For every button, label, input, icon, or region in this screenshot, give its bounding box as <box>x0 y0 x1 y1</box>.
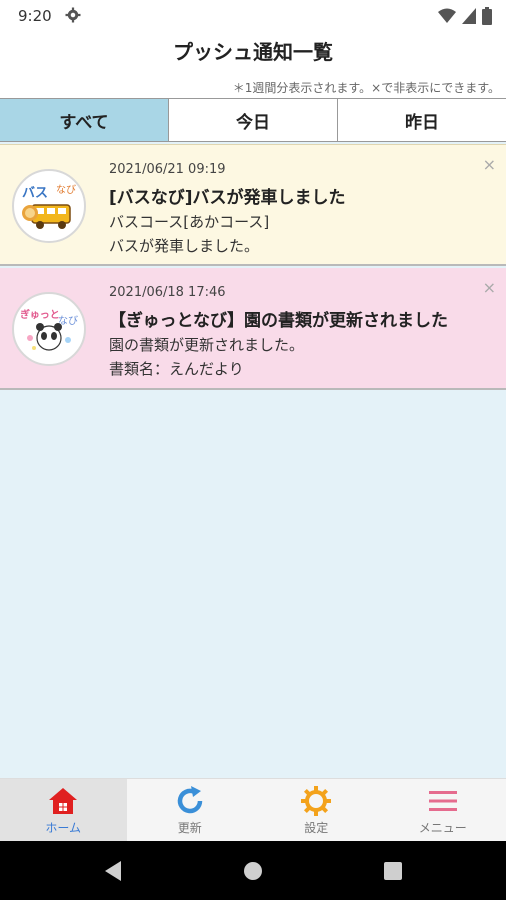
status-icons <box>438 7 492 25</box>
bus-navi-logo-icon: バス なび <box>12 169 86 243</box>
status-time: 9:20 <box>18 7 52 25</box>
nav-home-label: ホーム <box>45 820 82 835</box>
svg-text:なび: なび <box>56 184 76 196</box>
tab-all[interactable]: すべて <box>0 99 169 141</box>
wifi-icon <box>438 8 456 23</box>
notification-card[interactable]: バス なび 2021/06/21 09:19 [バスなび]バスが発車しました バ… <box>0 144 506 266</box>
notification-title: [バスなび]バスが発車しました <box>109 188 346 208</box>
tab-yesterday[interactable]: 昨日 <box>338 99 506 141</box>
hint-text: ＊1週間分表示されます。×で非表示にできます。 <box>232 81 500 95</box>
notification-list: バス なび 2021/06/21 09:19 [バスなび]バスが発車しました バ… <box>0 142 506 778</box>
nav-settings-label: 設定 <box>304 820 329 835</box>
gyutto-navi-logo-icon: ぎゅっと なび <box>12 292 86 366</box>
recents-icon[interactable] <box>384 862 402 880</box>
notification-card[interactable]: ぎゅっと なび 2021/06/18 17:46 【ぎゅっとなび】園の書類が更新… <box>0 268 506 390</box>
svg-text:バス: バス <box>22 186 48 201</box>
nav-home[interactable]: ホーム <box>0 779 127 841</box>
notification-date: 2021/06/18 17:46 <box>109 285 226 300</box>
svg-text:ぎゅっと: ぎゅっと <box>20 308 60 321</box>
refresh-icon <box>177 785 202 813</box>
notification-body-line2: 書類名：えんだより <box>109 360 244 378</box>
page-title: プッシュ通知一覧 <box>173 40 333 64</box>
nav-refresh-label: 更新 <box>177 820 202 835</box>
nav-refresh[interactable]: 更新 <box>127 779 254 841</box>
settings-status-icon <box>65 7 81 23</box>
notification-body-line1: バスコース[あかコース] <box>109 213 270 231</box>
status-bar: 9:20 <box>0 0 506 32</box>
home-circle-icon[interactable] <box>243 861 263 881</box>
nav-settings[interactable]: 設定 <box>253 779 380 841</box>
close-icon[interactable]: × <box>483 278 496 297</box>
notification-body-line2: バスが発車しました。 <box>109 237 260 255</box>
nav-menu[interactable]: メニュー <box>380 779 506 841</box>
notification-body-line1: 園の書類が更新されました。 <box>109 336 305 354</box>
tab-bar: すべて 今日 昨日 <box>0 98 506 142</box>
battery-icon <box>482 7 492 25</box>
bottom-nav: ホーム 更新 設定 メニュー <box>0 778 506 841</box>
system-nav-bar <box>0 841 506 900</box>
tab-today[interactable]: 今日 <box>169 99 338 141</box>
back-icon[interactable] <box>103 860 123 882</box>
notification-title: 【ぎゅっとなび】園の書類が更新されました <box>109 311 448 331</box>
home-icon <box>49 787 78 814</box>
menu-icon <box>428 790 457 811</box>
notification-date: 2021/06/21 09:19 <box>109 162 226 177</box>
signal-icon <box>462 8 476 24</box>
gear-icon <box>301 785 332 816</box>
nav-menu-label: メニュー <box>418 820 467 835</box>
close-icon[interactable]: × <box>483 155 496 174</box>
